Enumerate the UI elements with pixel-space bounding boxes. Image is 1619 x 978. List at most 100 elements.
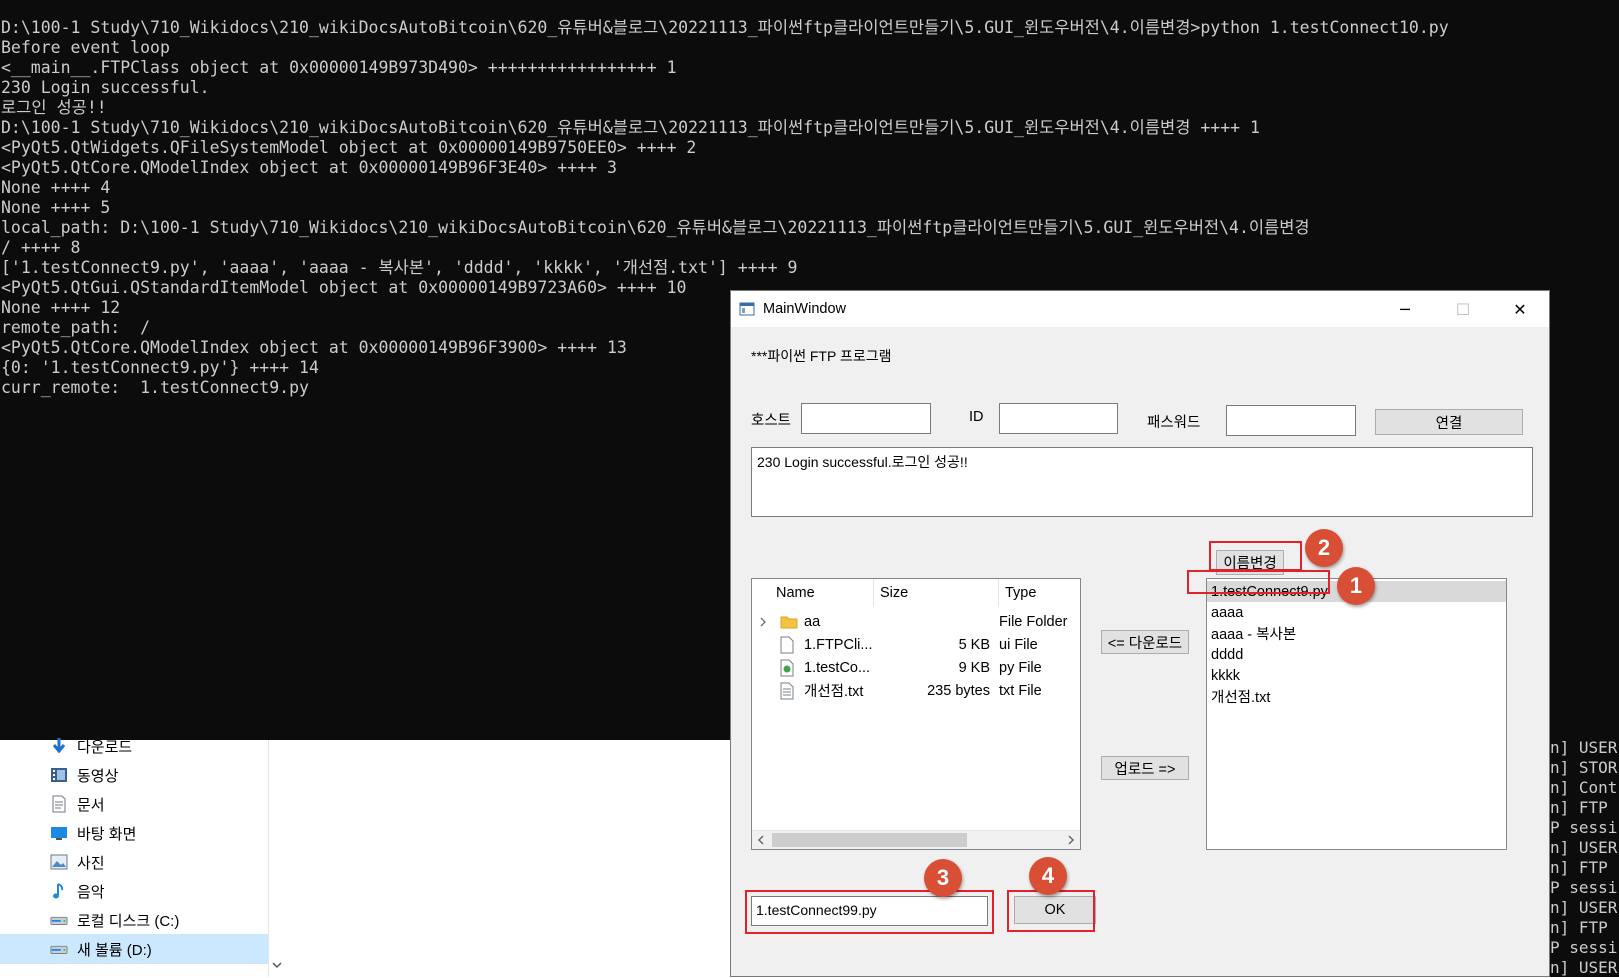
horizontal-scrollbar[interactable] xyxy=(752,830,1080,849)
nav-item[interactable]: 동영상 xyxy=(0,760,268,790)
download-button[interactable]: <= 다운로드 xyxy=(1101,630,1189,654)
nav-item-label: 음악 xyxy=(77,883,105,901)
console-line: D:\100-1 Study\710_Wikidocs\210_wikiDocs… xyxy=(1,118,1260,137)
terminal-strip-line: n] Cont xyxy=(1550,778,1618,797)
nav-item[interactable]: 새 볼륨 (D:) xyxy=(0,934,268,964)
console-line: local_path: D:\100-1 Study\710_Wikidocs\… xyxy=(1,218,1310,237)
tree-row[interactable]: aa File Folder xyxy=(752,610,1080,633)
terminal-strip-line: n] USER xyxy=(1550,958,1618,977)
close-icon: ✕ xyxy=(1513,299,1527,319)
console-line: / ++++ 8 xyxy=(1,238,81,257)
nav-item[interactable]: 바탕 화면 xyxy=(0,818,268,848)
minimize-icon: ─ xyxy=(1400,299,1410,319)
tree-cell-type: File Folder xyxy=(999,613,1068,630)
tree-row[interactable]: 1.FTPCli... 5 KB ui File xyxy=(752,633,1080,656)
nav-item-label: 로컬 디스크 (C:) xyxy=(77,912,180,930)
terminal-strip-line: P sessi xyxy=(1550,938,1618,957)
title-bar[interactable]: MainWindow ─ ☐ ✕ xyxy=(731,291,1549,327)
scroll-left-arrow-icon[interactable] xyxy=(752,831,770,849)
tree-header: Name Size Type xyxy=(752,579,1080,607)
drive-icon xyxy=(50,911,68,929)
text-file-icon xyxy=(780,679,794,702)
console-line: None ++++ 4 xyxy=(1,178,111,197)
log-textbox[interactable]: 230 Login successful.로그인 성공!! xyxy=(751,447,1533,517)
terminal-strip-line: n] FTP s xyxy=(1550,918,1619,937)
connect-button[interactable]: 연결 xyxy=(1375,409,1523,435)
remote-list-item[interactable]: aaaa xyxy=(1207,602,1506,623)
console-line: None ++++ 5 xyxy=(1,198,111,217)
tree-row[interactable]: 1.testCo... 9 KB py File xyxy=(752,656,1080,679)
nav-item[interactable]: 문서 xyxy=(0,789,268,819)
terminal-strip-line: P sessi xyxy=(1550,818,1618,837)
column-header-size[interactable]: Size xyxy=(874,579,999,607)
console-line: 로그인 성공!! xyxy=(1,98,107,117)
app-window-icon xyxy=(739,301,755,317)
password-input[interactable] xyxy=(1226,405,1356,436)
nav-item-label: 사진 xyxy=(77,854,105,872)
password-label: 패스워드 xyxy=(1147,415,1201,431)
annotation-box-rename xyxy=(1209,541,1302,571)
upload-button[interactable]: 업로드 => xyxy=(1101,756,1189,780)
annotation-box-rename-input xyxy=(745,890,994,934)
window-title: MainWindow xyxy=(763,301,846,317)
nav-list: 다운로드동영상문서바탕 화면사진음악로컬 디스크 (C:) 새 볼륨 (D:) xyxy=(0,738,268,977)
music-note-icon xyxy=(50,882,68,900)
annotation-box-selected-file xyxy=(1187,570,1330,594)
scrollbar-thumb[interactable] xyxy=(772,833,967,847)
tree-cell-size: 9 KB xyxy=(958,659,990,676)
scroll-right-arrow-icon[interactable] xyxy=(1062,831,1080,849)
nav-item-label: 새 볼륨 (D:) xyxy=(77,941,152,959)
nav-item[interactable]: 다운로드 xyxy=(0,731,268,761)
document-icon xyxy=(50,795,68,813)
nav-item-label: 동영상 xyxy=(77,767,119,785)
console-line: 230 Login successful. xyxy=(1,78,210,97)
nav-item[interactable]: 로컬 디스크 (C:) xyxy=(0,905,268,935)
column-header-name[interactable]: Name xyxy=(770,579,874,607)
maximize-button[interactable]: ☐ xyxy=(1434,291,1492,327)
console-line: Before event loop xyxy=(1,38,170,57)
remote-list-item[interactable]: 개선점.txt xyxy=(1207,686,1506,707)
tree-cell-type: ui File xyxy=(999,636,1038,653)
nav-item-label: 다운로드 xyxy=(77,738,133,756)
console-line: ['1.testConnect9.py', 'aaaa', 'aaaa - 복사… xyxy=(1,258,798,277)
annotation-badge-3: 3 xyxy=(924,859,962,897)
tree-cell-size: 5 KB xyxy=(958,636,990,653)
chevron-right-icon[interactable] xyxy=(758,610,768,633)
close-button[interactable]: ✕ xyxy=(1491,291,1549,327)
python-file-icon xyxy=(780,656,794,679)
terminal-strip-line: n] FTP s xyxy=(1550,858,1619,877)
chevron-down-icon[interactable] xyxy=(270,958,284,972)
remote-list-item[interactable]: dddd xyxy=(1207,644,1506,665)
download-arrow-icon xyxy=(50,737,68,755)
minimize-button[interactable]: ─ xyxy=(1376,291,1434,327)
nav-item-label: 문서 xyxy=(77,796,105,814)
drive-icon xyxy=(50,940,68,958)
console-line: <PyQt5.QtWidgets.QFileSystemModel object… xyxy=(1,138,697,157)
remote-list-item[interactable]: kkkk xyxy=(1207,665,1506,686)
tree-cell-type: py File xyxy=(999,659,1042,676)
tree-cell-type: txt File xyxy=(999,682,1042,699)
picture-icon xyxy=(50,853,68,871)
console-line: D:\100-1 Study\710_Wikidocs\210_wikiDocs… xyxy=(1,18,1449,37)
annotation-badge-1: 1 xyxy=(1337,567,1375,605)
tree-cell-name: 1.testCo... xyxy=(804,659,871,676)
tree-cell-name: 개선점.txt xyxy=(804,684,864,700)
local-file-tree[interactable]: Name Size Type aa File Folder 1.FTPCli... 5… xyxy=(751,578,1081,850)
remote-list-item[interactable]: aaaa - 복사본 xyxy=(1207,623,1506,644)
nav-item[interactable]: 사진 xyxy=(0,847,268,877)
nav-item[interactable]: 음악 xyxy=(0,876,268,906)
main-window: MainWindow ─ ☐ ✕ ***파이썬 FTP 프로그램 호스트 ID … xyxy=(730,290,1550,977)
maximize-icon: ☐ xyxy=(1455,299,1471,319)
id-input[interactable] xyxy=(999,403,1118,434)
terminal-strip-line: n] USER xyxy=(1550,738,1618,757)
remote-file-list[interactable]: 1.testConnect9.py aaaa aaaa - 복사본 dddd kkkk 개… xyxy=(1206,578,1507,850)
tree-row[interactable]: 개선점.txt 235 bytes txt File xyxy=(752,679,1080,702)
host-input[interactable] xyxy=(801,403,931,434)
terminal-strip-line: P sessi xyxy=(1550,878,1618,897)
annotation-box-ok xyxy=(1007,890,1095,932)
nav-item-label: 바탕 화면 xyxy=(77,825,137,843)
column-header-type[interactable]: Type xyxy=(999,579,1080,607)
terminal-strip-line: n] STOR xyxy=(1550,758,1618,777)
file-explorer-sidebar: 다운로드동영상문서바탕 화면사진음악로컬 디스크 (C:) 새 볼륨 (D:) xyxy=(0,738,268,977)
file-icon xyxy=(780,633,794,656)
